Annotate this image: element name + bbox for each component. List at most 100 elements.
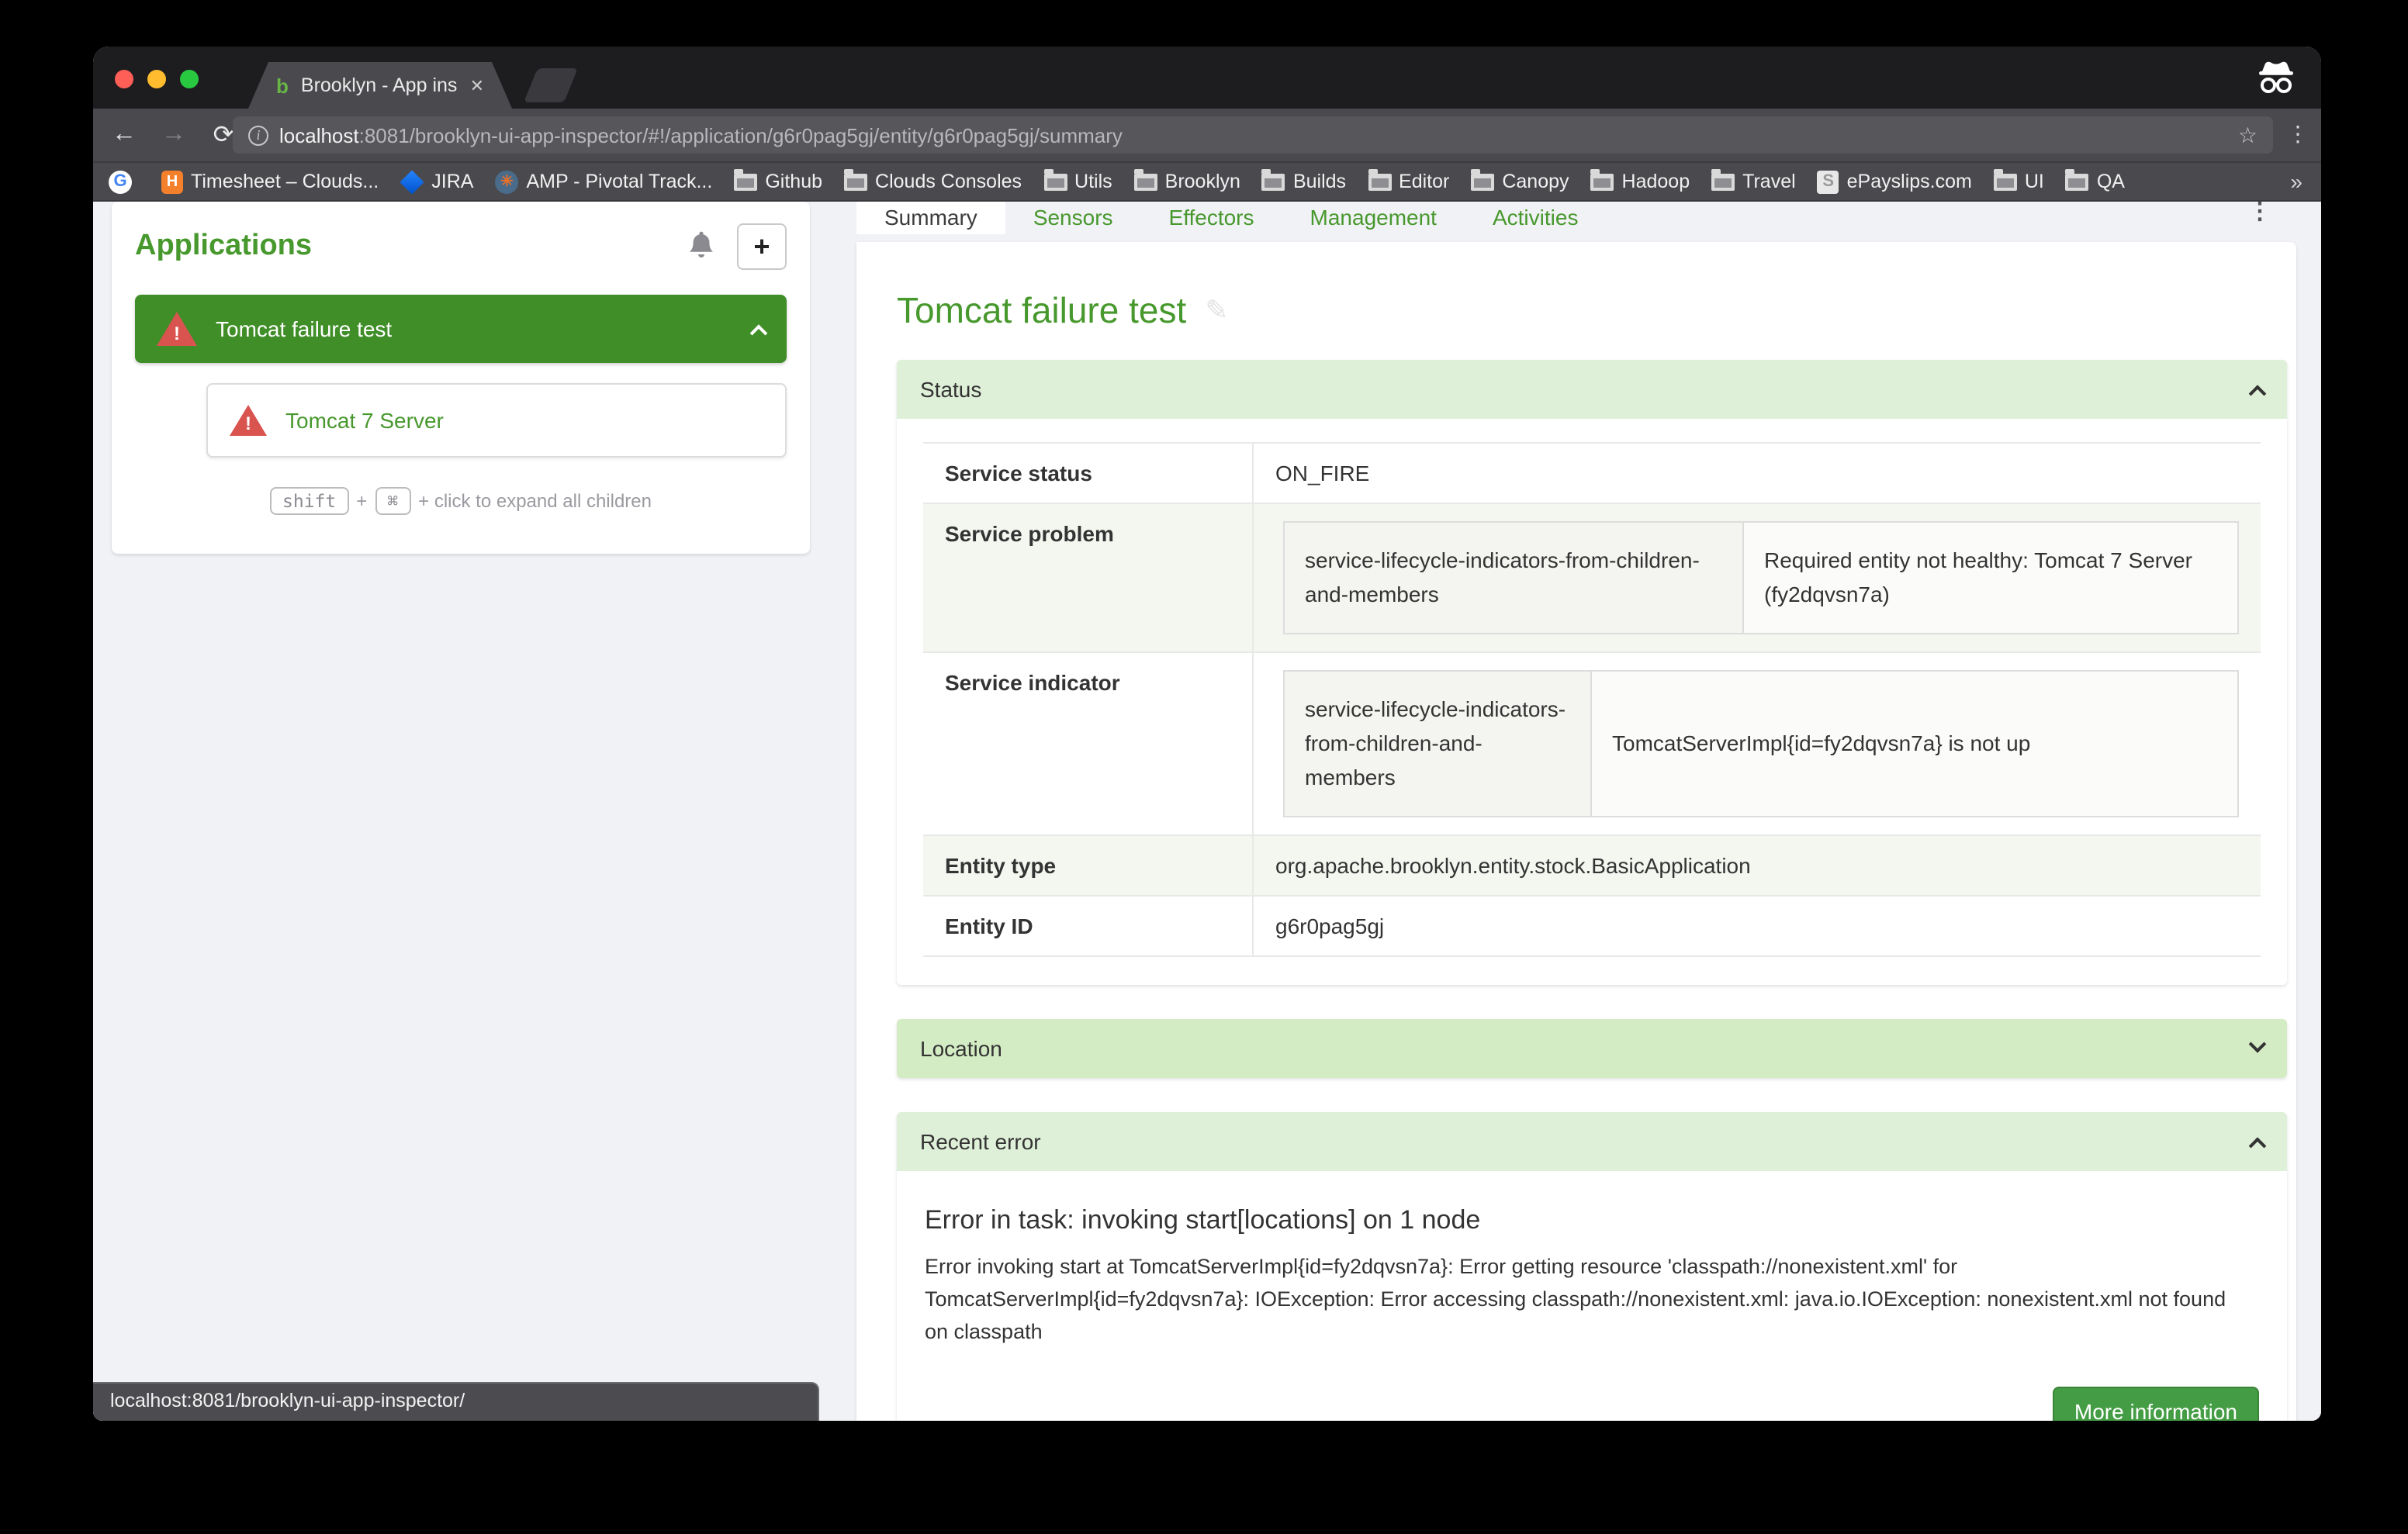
row-value: ON_FIRE: [1253, 443, 2261, 503]
location-panel-title: Location: [920, 1037, 1002, 1062]
new-tab-button[interactable]: [524, 68, 578, 102]
bookmark-label: Utils: [1074, 171, 1112, 192]
bookmark-folder-builds[interactable]: Builds: [1262, 171, 1346, 192]
tabs-kebab-icon[interactable]: ⋮: [2248, 205, 2271, 220]
add-application-button[interactable]: +: [737, 223, 787, 270]
cmd-key-icon: ⌘: [375, 487, 410, 515]
bookmark-google[interactable]: G: [109, 170, 140, 193]
entity-title: Tomcat failure test ✎: [897, 290, 2287, 332]
applications-sidebar: Applications + ! Tomcat failure test ! T…: [112, 202, 810, 554]
bookmark-amp[interactable]: ✳ AMP - Pivotal Track...: [495, 170, 712, 193]
chevron-up-icon[interactable]: [750, 324, 768, 342]
bookmark-star-icon[interactable]: ☆: [2238, 122, 2258, 148]
forward-button[interactable]: →: [155, 121, 192, 149]
location-panel-header[interactable]: Location: [897, 1020, 2287, 1079]
folder-icon: [1994, 174, 2017, 191]
edit-pencil-icon[interactable]: ✎: [1205, 295, 1228, 327]
bookmark-folder-ui[interactable]: UI: [1994, 171, 2044, 192]
row-label: Entity ID: [923, 897, 1253, 957]
tab-close-icon[interactable]: ✕: [470, 75, 484, 95]
page-viewport: Summary Sensors Effectors Management Act…: [93, 203, 2321, 1421]
chevron-up-icon[interactable]: [2249, 1138, 2267, 1156]
folder-icon: [1134, 174, 1157, 191]
zoom-window-button[interactable]: [180, 70, 199, 88]
table-row: Service indicator service-lifecycle-indi…: [923, 653, 2261, 836]
window-controls: [115, 70, 199, 88]
folder-icon: [844, 174, 867, 191]
bookmark-jira[interactable]: JIRA: [400, 171, 473, 192]
minimize-window-button[interactable]: [147, 70, 166, 88]
bookmark-folder-editor[interactable]: Editor: [1368, 171, 1449, 192]
bookmark-folder-qa[interactable]: QA: [2066, 171, 2125, 192]
bookmark-folder-clouds-consoles[interactable]: Clouds Consoles: [844, 171, 1022, 192]
status-panel: Status Service status ON_FIRE: [897, 360, 2287, 986]
expand-hint: shift + ⌘ + click to expand all children: [135, 487, 787, 515]
url-path: :8081/brooklyn-ui-app-inspector/#!/appli…: [359, 123, 1123, 147]
incognito-icon: [2256, 59, 2296, 96]
hint-text: + click to expand all children: [418, 490, 652, 512]
nested-table: service-lifecycle-indicators-from-childr…: [1283, 521, 2239, 635]
bookmark-folder-github[interactable]: Github: [734, 171, 822, 192]
chevron-down-icon[interactable]: [2249, 1036, 2267, 1054]
status-panel-title: Status: [920, 377, 981, 402]
folder-icon: [734, 174, 757, 191]
folder-icon: [1368, 174, 1391, 191]
bookmark-folder-canopy[interactable]: Canopy: [1471, 171, 1569, 192]
table-row: Service problem service-lifecycle-indica…: [923, 503, 2261, 653]
bookmarks-overflow-icon[interactable]: »: [2290, 169, 2302, 194]
table-row: Entity type org.apache.brooklyn.entity.s…: [923, 836, 2261, 897]
application-item[interactable]: ! Tomcat failure test: [135, 295, 787, 363]
timesheet-icon: H: [161, 170, 183, 193]
tab-effectors[interactable]: Effectors: [1141, 202, 1282, 234]
location-panel: Location: [897, 1020, 2287, 1079]
tab-sensors[interactable]: Sensors: [1005, 202, 1141, 234]
bookmark-folder-brooklyn[interactable]: Brooklyn: [1134, 171, 1240, 192]
bookmark-epayslips[interactable]: SePayslips.com: [1818, 170, 1972, 193]
child-entity-name: Tomcat 7 Server: [285, 408, 763, 433]
row-value: g6r0pag5gj: [1253, 897, 2261, 957]
address-bar[interactable]: i localhost:8081/brooklyn-ui-app-inspect…: [233, 116, 2273, 154]
row-label: Entity type: [923, 836, 1253, 897]
row-label: Service indicator: [923, 653, 1253, 836]
tab-management[interactable]: Management: [1282, 202, 1465, 234]
summary-pane: Tomcat failure test ✎ Status: [856, 242, 2296, 1421]
tab-activities[interactable]: Activities: [1465, 202, 1606, 234]
bell-icon[interactable]: [684, 230, 718, 264]
bookmark-label: AMP - Pivotal Track...: [526, 171, 712, 192]
error-heading: Error in task: invoking start[locations]…: [925, 1206, 2259, 1237]
folder-icon: [1262, 174, 1285, 191]
link-status-bubble: localhost:8081/brooklyn-ui-app-inspector…: [93, 1382, 819, 1421]
close-window-button[interactable]: [115, 70, 133, 88]
bookmark-label: ePayslips.com: [1847, 171, 1972, 192]
recent-error-panel-header[interactable]: Recent error: [897, 1113, 2287, 1172]
sidebar-title: Applications: [135, 230, 684, 264]
jira-icon: [400, 169, 424, 193]
back-button[interactable]: ←: [106, 121, 143, 149]
child-entity-item[interactable]: ! Tomcat 7 Server: [206, 383, 787, 458]
error-message: Error invoking start at TomcatServerImpl…: [925, 1252, 2240, 1350]
bookmark-folder-utils[interactable]: Utils: [1043, 171, 1112, 192]
bookmark-folder-travel[interactable]: Travel: [1711, 171, 1796, 192]
bookmark-folder-hadoop[interactable]: Hadoop: [1591, 171, 1690, 192]
url-host: localhost: [279, 123, 359, 147]
status-panel-header[interactable]: Status: [897, 360, 2287, 419]
chrome-menu-icon[interactable]: ⋮: [2287, 121, 2309, 147]
folder-icon: [1043, 174, 1067, 191]
chevron-up-icon[interactable]: [2249, 385, 2267, 403]
row-label: Service problem: [923, 503, 1253, 653]
bookmark-timesheet[interactable]: HTimesheet – Clouds...: [161, 170, 379, 193]
amp-icon: ✳: [495, 170, 518, 193]
tab-summary[interactable]: Summary: [856, 202, 1005, 234]
folder-icon: [2066, 174, 2089, 191]
url-text: localhost:8081/brooklyn-ui-app-inspector…: [279, 123, 2227, 147]
status-table: Service status ON_FIRE Service problem s…: [923, 442, 2261, 958]
browser-tab[interactable]: b Brooklyn - App inspector ✕: [248, 62, 512, 109]
recent-error-panel: Recent error Error in task: invoking sta…: [897, 1113, 2287, 1421]
page-info-icon[interactable]: i: [248, 125, 268, 145]
epayslips-icon: S: [1818, 170, 1839, 193]
tab-title: Brooklyn - App inspector: [301, 74, 458, 96]
nested-table: service-lifecycle-indicators-from-childr…: [1283, 671, 2239, 818]
more-information-button[interactable]: More information: [2053, 1387, 2259, 1421]
browser-window: b Brooklyn - App inspector ✕ ← → ⟳ i loc…: [93, 47, 2321, 1421]
entity-tabs: Summary Sensors Effectors Management Act…: [856, 202, 2296, 242]
